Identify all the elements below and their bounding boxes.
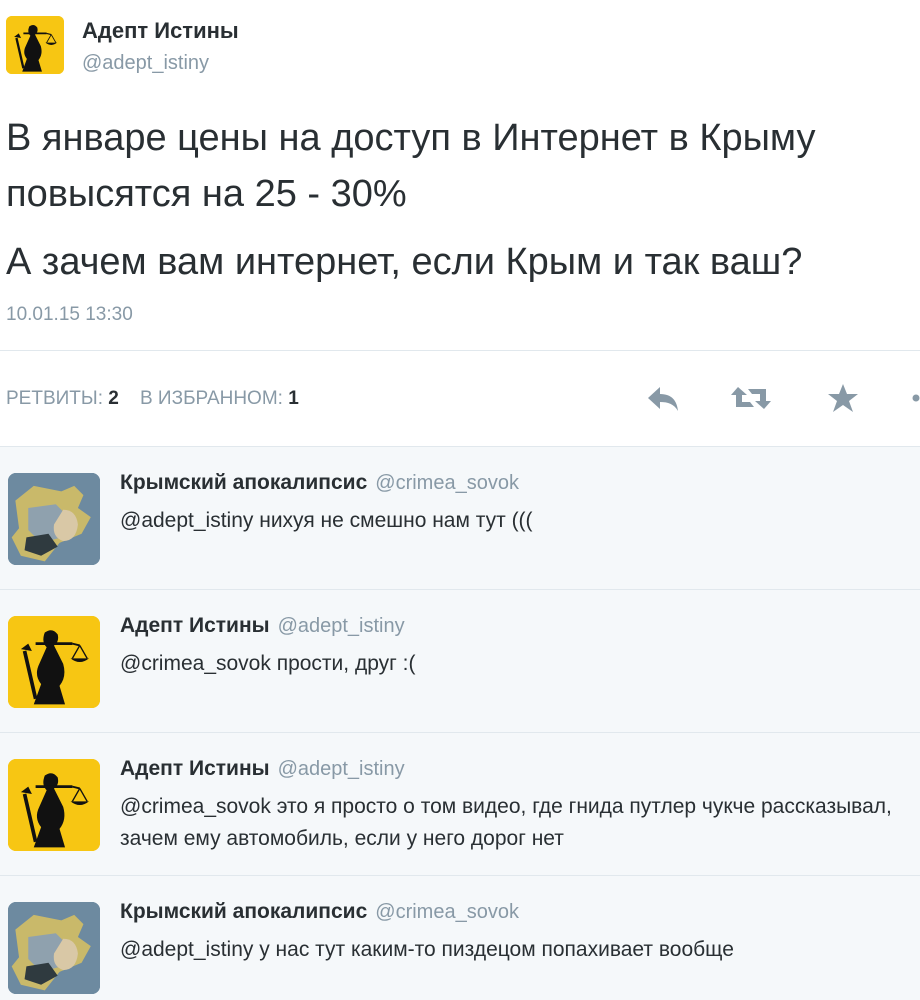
- reply-author-handle[interactable]: @crimea_sovok: [375, 472, 519, 494]
- reply-tweet[interactable]: Адепт Истины @adept_istiny @crimea_sovok …: [0, 733, 920, 875]
- reply-text: @adept_istiny у нас тут каким-то пиздецо…: [120, 938, 734, 961]
- reply-text: @crimea_sovok прости, друг :(: [120, 652, 416, 675]
- tweet-text-second-paragraph: А зачем вам интернет, если Крым и так ва…: [6, 241, 803, 283]
- favorite-icon[interactable]: [820, 378, 866, 418]
- retweets-label: РЕТВИТЫ:: [6, 388, 103, 409]
- reply-tweet[interactable]: Адепт Истины @adept_istiny @crimea_sovok …: [0, 590, 920, 732]
- avatar-image: [8, 759, 100, 851]
- avatar-image: [8, 902, 100, 994]
- main-tweet: Адепт Истины @adept_istiny В январе цены…: [0, 0, 920, 448]
- lady-justice-avatar-image: [6, 16, 64, 74]
- reply-author[interactable]: Адепт Истины @adept_istiny: [120, 757, 405, 781]
- reply-author[interactable]: Крымский апокалипсис @crimea_sovok: [120, 900, 519, 924]
- lady-justice-avatar[interactable]: [8, 616, 100, 708]
- divider: [0, 350, 920, 351]
- avatar-image: [8, 473, 100, 565]
- avatar-image: [8, 616, 100, 708]
- reply-author-handle[interactable]: @adept_istiny: [278, 758, 405, 780]
- author-handle[interactable]: @adept_istiny: [82, 52, 209, 75]
- tweet-text: В январе цены на доступ в Интернет в Кры…: [6, 117, 816, 215]
- reply-tweet[interactable]: Крымский апокалипсис @crimea_sovok @adept…: [0, 876, 920, 1000]
- reply-tweet[interactable]: Крымский апокалипсис @crimea_sovok @adept…: [0, 447, 920, 589]
- reply-author-name[interactable]: Адепт Истины: [120, 757, 270, 780]
- favorites-count[interactable]: 1: [288, 388, 299, 409]
- reply-author[interactable]: Крымский апокалипсис @crimea_sovok: [120, 471, 519, 495]
- reply-text: @crimea_sovok это я просто о том видео, …: [120, 795, 892, 850]
- reply-icon[interactable]: [640, 378, 686, 418]
- reply-author-name[interactable]: Крымский апокалипсис: [120, 900, 367, 923]
- author-avatar[interactable]: [6, 16, 64, 74]
- favorites-label: В ИЗБРАННОМ:: [139, 388, 283, 409]
- tweet-actions: [640, 378, 920, 418]
- author-name[interactable]: Адепт Истины: [82, 18, 239, 44]
- retweets-count[interactable]: 2: [108, 388, 119, 409]
- reply-text: @adept_istiny нихуя не смешно нам тут ((…: [120, 509, 533, 532]
- reply-author-name[interactable]: Крымский апокалипсис: [120, 471, 367, 494]
- tweet-stats: РЕТВИТЫ: 2 В ИЗБРАННОМ: 1: [6, 388, 299, 410]
- crimea-map-avatar[interactable]: [8, 902, 100, 994]
- reply-author-handle[interactable]: @adept_istiny: [278, 615, 405, 637]
- retweet-icon[interactable]: [728, 378, 774, 418]
- tweet-timestamp[interactable]: 10.01.15 13:30: [6, 304, 133, 326]
- lady-justice-avatar[interactable]: [8, 759, 100, 851]
- reply-author-handle[interactable]: @crimea_sovok: [375, 901, 519, 923]
- reply-author-name[interactable]: Адепт Истины: [120, 614, 270, 637]
- more-icon[interactable]: [902, 378, 920, 418]
- reply-author[interactable]: Адепт Истины @adept_istiny: [120, 614, 405, 638]
- crimea-map-avatar[interactable]: [8, 473, 100, 565]
